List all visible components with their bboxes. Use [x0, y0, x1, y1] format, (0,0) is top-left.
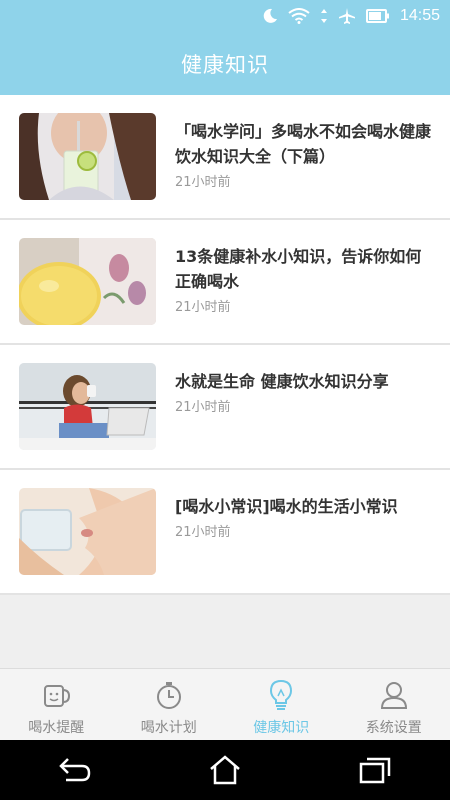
tab-label: 喝水提醒	[28, 720, 85, 736]
lightbulb-icon	[265, 679, 297, 711]
article-item[interactable]: 「喝水学问」多喝水不如会喝水健康饮水知识大全（下篇） 21小时前	[0, 95, 450, 220]
moon-icon	[262, 8, 278, 24]
airplane-icon	[338, 7, 356, 25]
cup-icon	[40, 679, 72, 711]
article-time: 21小时前	[175, 525, 231, 540]
tab-drink-plan[interactable]: 喝水计划	[113, 669, 226, 740]
home-button[interactable]	[195, 740, 255, 800]
article-thumbnail	[19, 363, 156, 450]
article-list: 「喝水学问」多喝水不如会喝水健康饮水知识大全（下篇） 21小时前 13条健康补水…	[0, 95, 450, 595]
article-thumbnail	[19, 238, 156, 325]
tab-label: 系统设置	[365, 720, 422, 736]
status-bar: 14:55	[0, 0, 450, 32]
title-bar: 健康知识	[0, 32, 450, 95]
article-item[interactable]: 13条健康补水小知识，告诉你如何正确喝水 21小时前	[0, 220, 450, 345]
article-item[interactable]: 水就是生命 健康饮水知识分享 21小时前	[0, 345, 450, 470]
battery-icon	[365, 9, 390, 23]
tab-health-knowledge[interactable]: 健康知识	[225, 669, 338, 740]
article-title: 水就是生命 健康饮水知识分享	[175, 372, 389, 391]
tab-system-settings[interactable]: 系统设置	[338, 669, 450, 740]
stopwatch-icon	[153, 679, 185, 711]
data-arrows-icon	[320, 8, 328, 24]
article-thumbnail	[19, 113, 156, 200]
article-time: 21小时前	[175, 400, 231, 415]
article-time: 21小时前	[175, 175, 231, 190]
tab-label: 健康知识	[253, 720, 310, 736]
article-item[interactable]: [喝水小常识]喝水的生活小常识 21小时前	[0, 470, 450, 595]
recent-apps-button[interactable]	[345, 740, 405, 800]
home-icon	[210, 755, 240, 785]
wifi-icon	[288, 8, 310, 24]
tab-drink-reminder[interactable]: 喝水提醒	[0, 669, 113, 740]
page-title: 健康知识	[181, 52, 269, 77]
back-icon	[59, 758, 91, 782]
status-time: 14:55	[399, 7, 440, 24]
tab-label: 喝水计划	[140, 720, 197, 736]
person-icon	[378, 679, 410, 711]
recent-apps-icon	[359, 757, 391, 784]
article-thumbnail	[19, 488, 156, 575]
article-title: [喝水小常识]喝水的生活小常识	[175, 497, 398, 516]
article-time: 21小时前	[175, 300, 231, 315]
system-nav-bar	[0, 740, 450, 800]
article-title: 13条健康补水小知识，告诉你如何正确喝水	[175, 247, 422, 291]
tab-bar: 喝水提醒 喝水计划 健康知识 系统设置	[0, 668, 450, 740]
back-button[interactable]	[45, 740, 105, 800]
article-title: 「喝水学问」多喝水不如会喝水健康饮水知识大全（下篇）	[175, 122, 432, 166]
